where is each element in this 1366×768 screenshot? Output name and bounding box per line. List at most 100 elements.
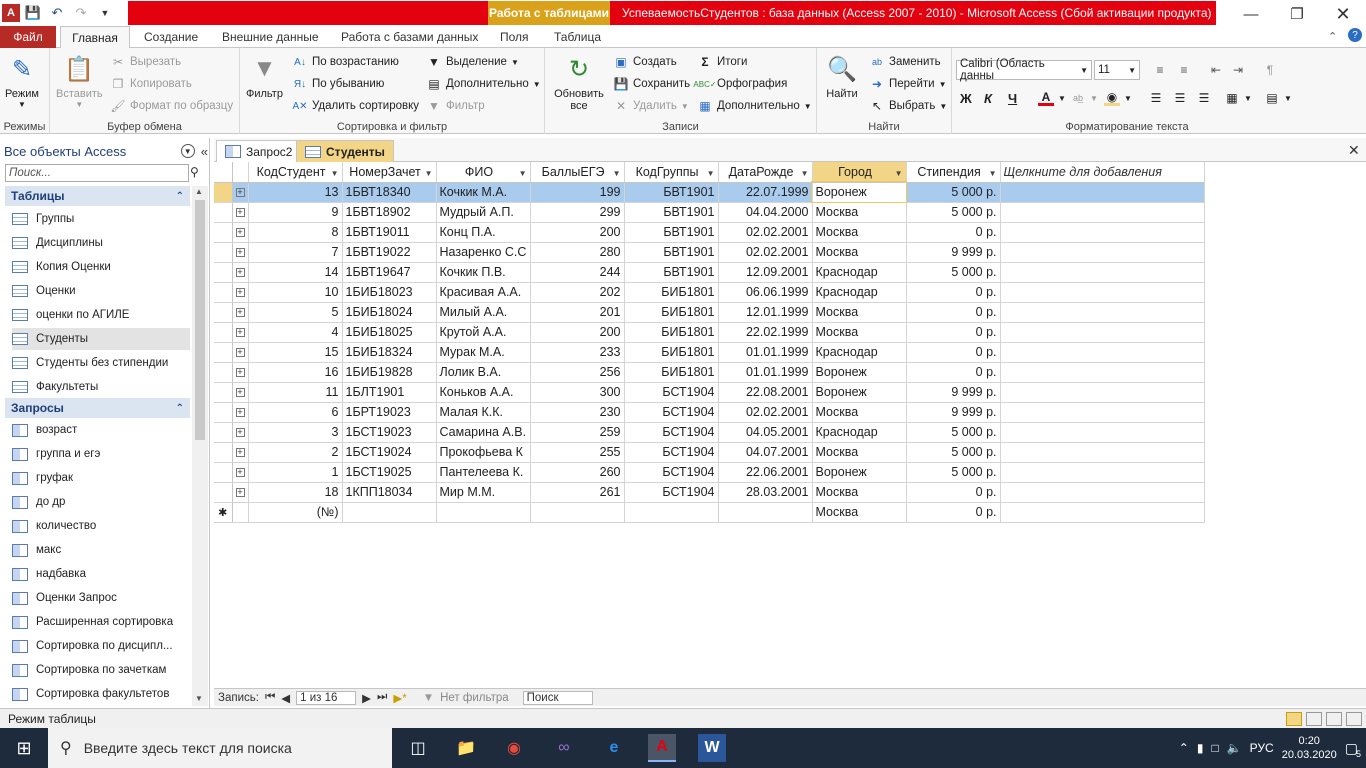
table-cell[interactable]: 04.07.2001	[718, 442, 813, 463]
expand-cell[interactable]: +	[232, 262, 249, 283]
nav-query-item[interactable]: до др	[12, 491, 190, 513]
table-row[interactable]: +5 1БИБ18024 Милый А.А. 201 БИБ1801 12.01.199…	[214, 302, 1205, 323]
table-cell[interactable]: 1БСТ19024	[342, 442, 437, 463]
edge-icon[interactable]: e	[600, 734, 628, 762]
paste-button[interactable]: 📋 Вставить ▼	[56, 52, 103, 110]
redo-icon[interactable]: ↷	[70, 2, 92, 24]
table-cell[interactable]: Москва	[812, 442, 907, 463]
nav-query-item[interactable]: Сортировка по дисципл...	[12, 635, 190, 657]
empty-add-cell[interactable]	[1000, 222, 1205, 243]
table-cell[interactable]: 244	[530, 262, 625, 283]
row-selector[interactable]	[214, 402, 233, 423]
table-cell[interactable]: 04.05.2001	[718, 422, 813, 443]
table-cell[interactable]: Крутой А.А.	[436, 322, 531, 343]
doc-tab-students[interactable]: Студенты	[296, 140, 394, 162]
chevron-down-icon[interactable]: ▼	[989, 169, 997, 178]
empty-add-cell[interactable]	[1000, 402, 1205, 423]
next-record-icon[interactable]: ▶	[362, 691, 371, 705]
fill-color-button[interactable]: ◉ ▼	[1104, 88, 1132, 108]
add-column-header[interactable]: Щелкните для добавления	[1000, 162, 1205, 183]
table-cell[interactable]: Воронеж	[812, 382, 907, 403]
table-cell[interactable]: Лолик В.А.	[436, 362, 531, 383]
nav-table-item[interactable]: Студенты без стипендии	[12, 352, 190, 374]
close-window-button[interactable]: ✕	[1320, 0, 1366, 28]
sort-asc-button[interactable]: A↓ По возрастанию	[292, 52, 399, 72]
table-row[interactable]: +18 1КПП18034 Мир М.М. 261 БСТ1904 28.03.2001…	[214, 482, 1205, 503]
undo-icon[interactable]: ↶	[46, 2, 68, 24]
totals-button[interactable]: Σ Итоги	[697, 52, 747, 72]
table-cell[interactable]: 1БСТ19023	[342, 422, 437, 443]
table-cell[interactable]: 259	[530, 422, 625, 443]
selection-button[interactable]: ▼ Выделение ▼	[426, 52, 519, 72]
empty-add-cell[interactable]	[1000, 422, 1205, 443]
language-indicator[interactable]: РУС	[1250, 741, 1274, 755]
select-all-cell[interactable]	[214, 162, 233, 183]
table-cell[interactable]: Москва	[812, 322, 907, 343]
table-cell[interactable]: Краснодар	[812, 282, 907, 303]
collapse-ribbon-icon[interactable]: ⌃	[1328, 30, 1337, 43]
expand-cell[interactable]: +	[232, 202, 249, 223]
table-cell[interactable]	[718, 502, 813, 523]
empty-add-cell[interactable]	[1000, 462, 1205, 483]
pivot-chart-view-icon[interactable]	[1326, 711, 1342, 726]
restore-button[interactable]: ❐	[1274, 0, 1320, 28]
table-cell[interactable]: 260	[530, 462, 625, 483]
column-header[interactable]: Город ▼	[812, 162, 907, 183]
tab-file[interactable]: Файл	[0, 26, 56, 48]
new-record-row[interactable]: ✱ (№) Москва 0 р.	[214, 502, 1205, 523]
nav-menu-chevron-icon[interactable]: ▼	[180, 144, 195, 158]
table-cell[interactable]: 256	[530, 362, 625, 383]
alt-row-color-button[interactable]: ▤ ▼	[1264, 88, 1292, 108]
table-cell[interactable]: 201	[530, 302, 625, 323]
file-explorer-icon[interactable]: 📁	[452, 734, 480, 762]
table-cell[interactable]: 0 р.	[906, 342, 1001, 363]
table-cell[interactable]: 1БВТ19647	[342, 262, 437, 283]
row-selector[interactable]	[214, 442, 233, 463]
help-icon[interactable]: ?	[1348, 28, 1362, 42]
table-cell[interactable]: 1БИБ18025	[342, 322, 437, 343]
table-cell[interactable]: 5 000 р.	[906, 182, 1001, 203]
table-cell[interactable]: Прокофьева К	[436, 442, 531, 463]
toggle-filter-button[interactable]: ▼ Фильтр	[426, 96, 485, 116]
paragraph-button[interactable]: ¶	[1262, 60, 1278, 80]
table-cell[interactable]: БИБ1801	[624, 302, 719, 323]
empty-add-cell[interactable]	[1000, 482, 1205, 503]
table-cell[interactable]: 8	[248, 222, 343, 243]
table-row[interactable]: +1 1БСТ19025 Пантелеева К. 260 БСТ1904 22.06.…	[214, 462, 1205, 483]
table-cell[interactable]: 0 р.	[906, 482, 1001, 503]
select-button[interactable]: ↖ Выбрать ▼	[869, 96, 947, 116]
table-cell[interactable]: 1БВТ18340	[342, 182, 437, 203]
nav-table-item[interactable]: Студенты	[12, 328, 190, 350]
nav-query-item[interactable]: группа и егэ	[12, 443, 190, 465]
expand-cell[interactable]: +	[232, 322, 249, 343]
table-cell[interactable]: 5 000 р.	[906, 262, 1001, 283]
table-row[interactable]: +11 1БЛТ1901 Коньков А.А. 300 БСТ1904 22.08.2…	[214, 382, 1205, 403]
table-cell[interactable]: 1БЛТ1901	[342, 382, 437, 403]
table-cell[interactable]: 7	[248, 242, 343, 263]
table-row[interactable]: +13 1БВТ18340 Кочкик М.А. 199 БВТ1901 22.07.1…	[214, 181, 1205, 203]
chevron-down-icon[interactable]: ▼	[895, 169, 903, 178]
table-cell[interactable]: БИБ1801	[624, 342, 719, 363]
tab-fields[interactable]: Поля	[490, 26, 539, 48]
chrome-icon[interactable]: ◉	[500, 734, 528, 762]
table-cell[interactable]: 0 р.	[906, 302, 1001, 323]
expand-cell[interactable]: +	[232, 282, 249, 303]
table-cell[interactable]: 1БВТ18902	[342, 202, 437, 223]
table-cell[interactable]: 5	[248, 302, 343, 323]
table-cell[interactable]: 1	[248, 462, 343, 483]
volume-icon[interactable]: 🔈	[1227, 741, 1242, 755]
new-row-selector[interactable]: ✱	[214, 502, 233, 523]
table-cell[interactable]: Кочкик П.В.	[436, 262, 531, 283]
table-cell[interactable]: Милый А.А.	[436, 302, 531, 323]
nav-query-item[interactable]: Сортировка по зачеткам	[12, 659, 190, 681]
new-record-button[interactable]: ▣ Создать	[613, 52, 676, 72]
save-icon[interactable]: 💾	[22, 2, 44, 24]
table-cell[interactable]: БСТ1904	[624, 442, 719, 463]
table-cell[interactable]: (№)	[248, 502, 343, 523]
chevron-down-icon[interactable]: ▼	[331, 169, 339, 178]
empty-add-cell[interactable]	[1000, 502, 1205, 523]
pivot-table-view-icon[interactable]	[1306, 711, 1322, 726]
column-header[interactable]: БаллыЕГЭ ▼	[530, 162, 625, 183]
goto-button[interactable]: ➜ Перейти ▼	[869, 74, 947, 94]
row-selector[interactable]	[214, 322, 233, 343]
